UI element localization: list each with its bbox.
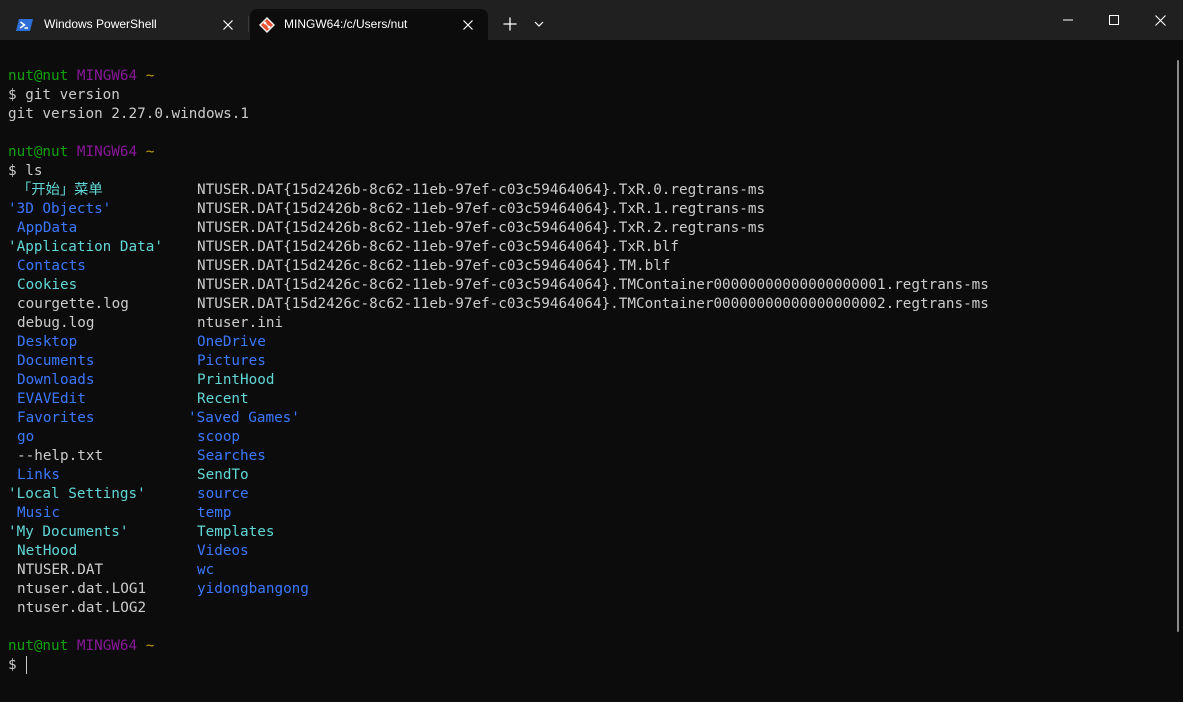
command-text: ls [25,163,43,179]
ls-entry: Desktop [17,334,78,350]
ls-entry: 'Saved Games' [188,410,300,426]
command-line: $ ls [8,162,42,181]
ls-entry: wc [197,562,215,578]
prompt-host: MINGW64 [76,638,138,654]
command-line[interactable]: $ [8,656,17,675]
prompt-user: nut@nut [8,144,69,160]
ls-entry: PrintHood [197,372,275,388]
ls-entry: courgette.log [17,296,129,312]
prompt-symbol: $ [8,87,17,103]
tab-title: Windows PowerShell [44,17,157,31]
ls-entry: scoop [197,429,241,445]
prompt-path: ~ [145,638,155,654]
ls-entry: go [17,429,35,445]
prompt-user: nut@nut [8,68,69,84]
ls-entry: Downloads [17,372,95,388]
ls-entry: SendTo [197,467,249,483]
ls-entry: Pictures [197,353,266,369]
prompt-symbol: $ [8,163,17,179]
ls-entry: 'Local Settings' [8,486,146,502]
tab-windows-powershell[interactable]: Windows PowerShell [0,9,248,40]
ls-entry: Contacts [17,258,86,274]
prompt-host: MINGW64 [76,144,138,160]
prompt-path: ~ [145,144,155,160]
ls-entry: Videos [197,543,249,559]
ls-entry: ntuser.ini [197,315,284,331]
prompt-line: nut@nut MINGW64 ~ [8,143,154,162]
prompt-host: MINGW64 [76,68,138,84]
ls-entry: temp [197,505,232,521]
tab-mingw64[interactable]: MINGW64:/c/Users/nut [250,9,488,40]
git-icon [258,16,276,34]
ls-entry: NTUSER.DAT{15d2426b-8c62-11eb-97ef-c03c5… [197,239,680,255]
scrollbar[interactable] [1177,60,1179,632]
maximize-icon [1109,15,1119,25]
prompt-line: nut@nut MINGW64 ~ [8,637,154,656]
text-cursor [26,656,27,674]
prompt-path: ~ [145,68,155,84]
ls-entry: NTUSER.DAT{15d2426c-8c62-11eb-97ef-c03c5… [197,277,989,293]
ls-entry: Documents [17,353,95,369]
ls-entry: source [197,486,249,502]
terminal-output[interactable]: nut@nut MINGW64 ~ $ git version git vers… [0,40,1183,702]
ls-entry: NetHood [17,543,78,559]
terminal-window: Windows PowerShell MINGW64:/c/Users/nut [0,0,1183,702]
ls-entry: Links [17,467,61,483]
minimize-button[interactable] [1045,0,1091,40]
powershell-icon [16,16,34,34]
tab-dropdown-button[interactable] [528,12,550,36]
minimize-icon [1063,19,1073,21]
ls-entry: ntuser.dat.LOG2 [17,600,147,616]
ls-entry: NTUSER.DAT{15d2426c-8c62-11eb-97ef-c03c5… [197,258,671,274]
ls-entry: Recent [197,391,249,407]
close-icon [1154,14,1166,26]
ls-entry: NTUSER.DAT [17,562,104,578]
ls-entry: Searches [197,448,266,464]
ls-entry: NTUSER.DAT{15d2426b-8c62-11eb-97ef-c03c5… [197,182,766,198]
ls-entry: NTUSER.DAT{15d2426c-8c62-11eb-97ef-c03c5… [197,296,989,312]
close-icon[interactable] [218,15,238,35]
command-text: git version [25,87,120,103]
ls-entry: Favorites [17,410,95,426]
new-tab-button[interactable] [498,12,522,36]
plus-icon [503,17,517,31]
chevron-down-icon [534,21,544,27]
tab-title: MINGW64:/c/Users/nut [284,17,408,31]
ls-entry: NTUSER.DAT{15d2426b-8c62-11eb-97ef-c03c5… [197,220,766,236]
command-output: git version 2.27.0.windows.1 [8,106,250,122]
command-line: $ git version [8,86,120,105]
ls-entry: Music [17,505,61,521]
ls-entry: 「开始」菜单 [17,182,103,198]
title-bar: Windows PowerShell MINGW64:/c/Users/nut [0,0,1183,40]
ls-entry: Cookies [17,277,78,293]
ls-entry: EVAVEdit [17,391,86,407]
ls-entry: AppData [17,220,78,236]
window-close-button[interactable] [1137,0,1183,40]
maximize-button[interactable] [1091,0,1137,40]
ls-entry: '3D Objects' [8,201,112,217]
ls-entry: 'Application Data' [8,239,163,255]
prompt-user: nut@nut [8,638,69,654]
ls-entry: Templates [197,524,275,540]
prompt-symbol: $ [8,657,17,673]
ls-entry: 'My Documents' [8,524,129,540]
ls-entry: --help.txt [17,448,104,464]
ls-entry: yidongbangong [197,581,309,597]
tab-divider [248,16,249,32]
ls-entry: OneDrive [197,334,266,350]
ls-entry: NTUSER.DAT{15d2426b-8c62-11eb-97ef-c03c5… [197,201,766,217]
ls-entry: ntuser.dat.LOG1 [17,581,147,597]
ls-entry: debug.log [17,315,95,331]
close-icon[interactable] [458,15,478,35]
prompt-line: nut@nut MINGW64 ~ [8,67,154,86]
